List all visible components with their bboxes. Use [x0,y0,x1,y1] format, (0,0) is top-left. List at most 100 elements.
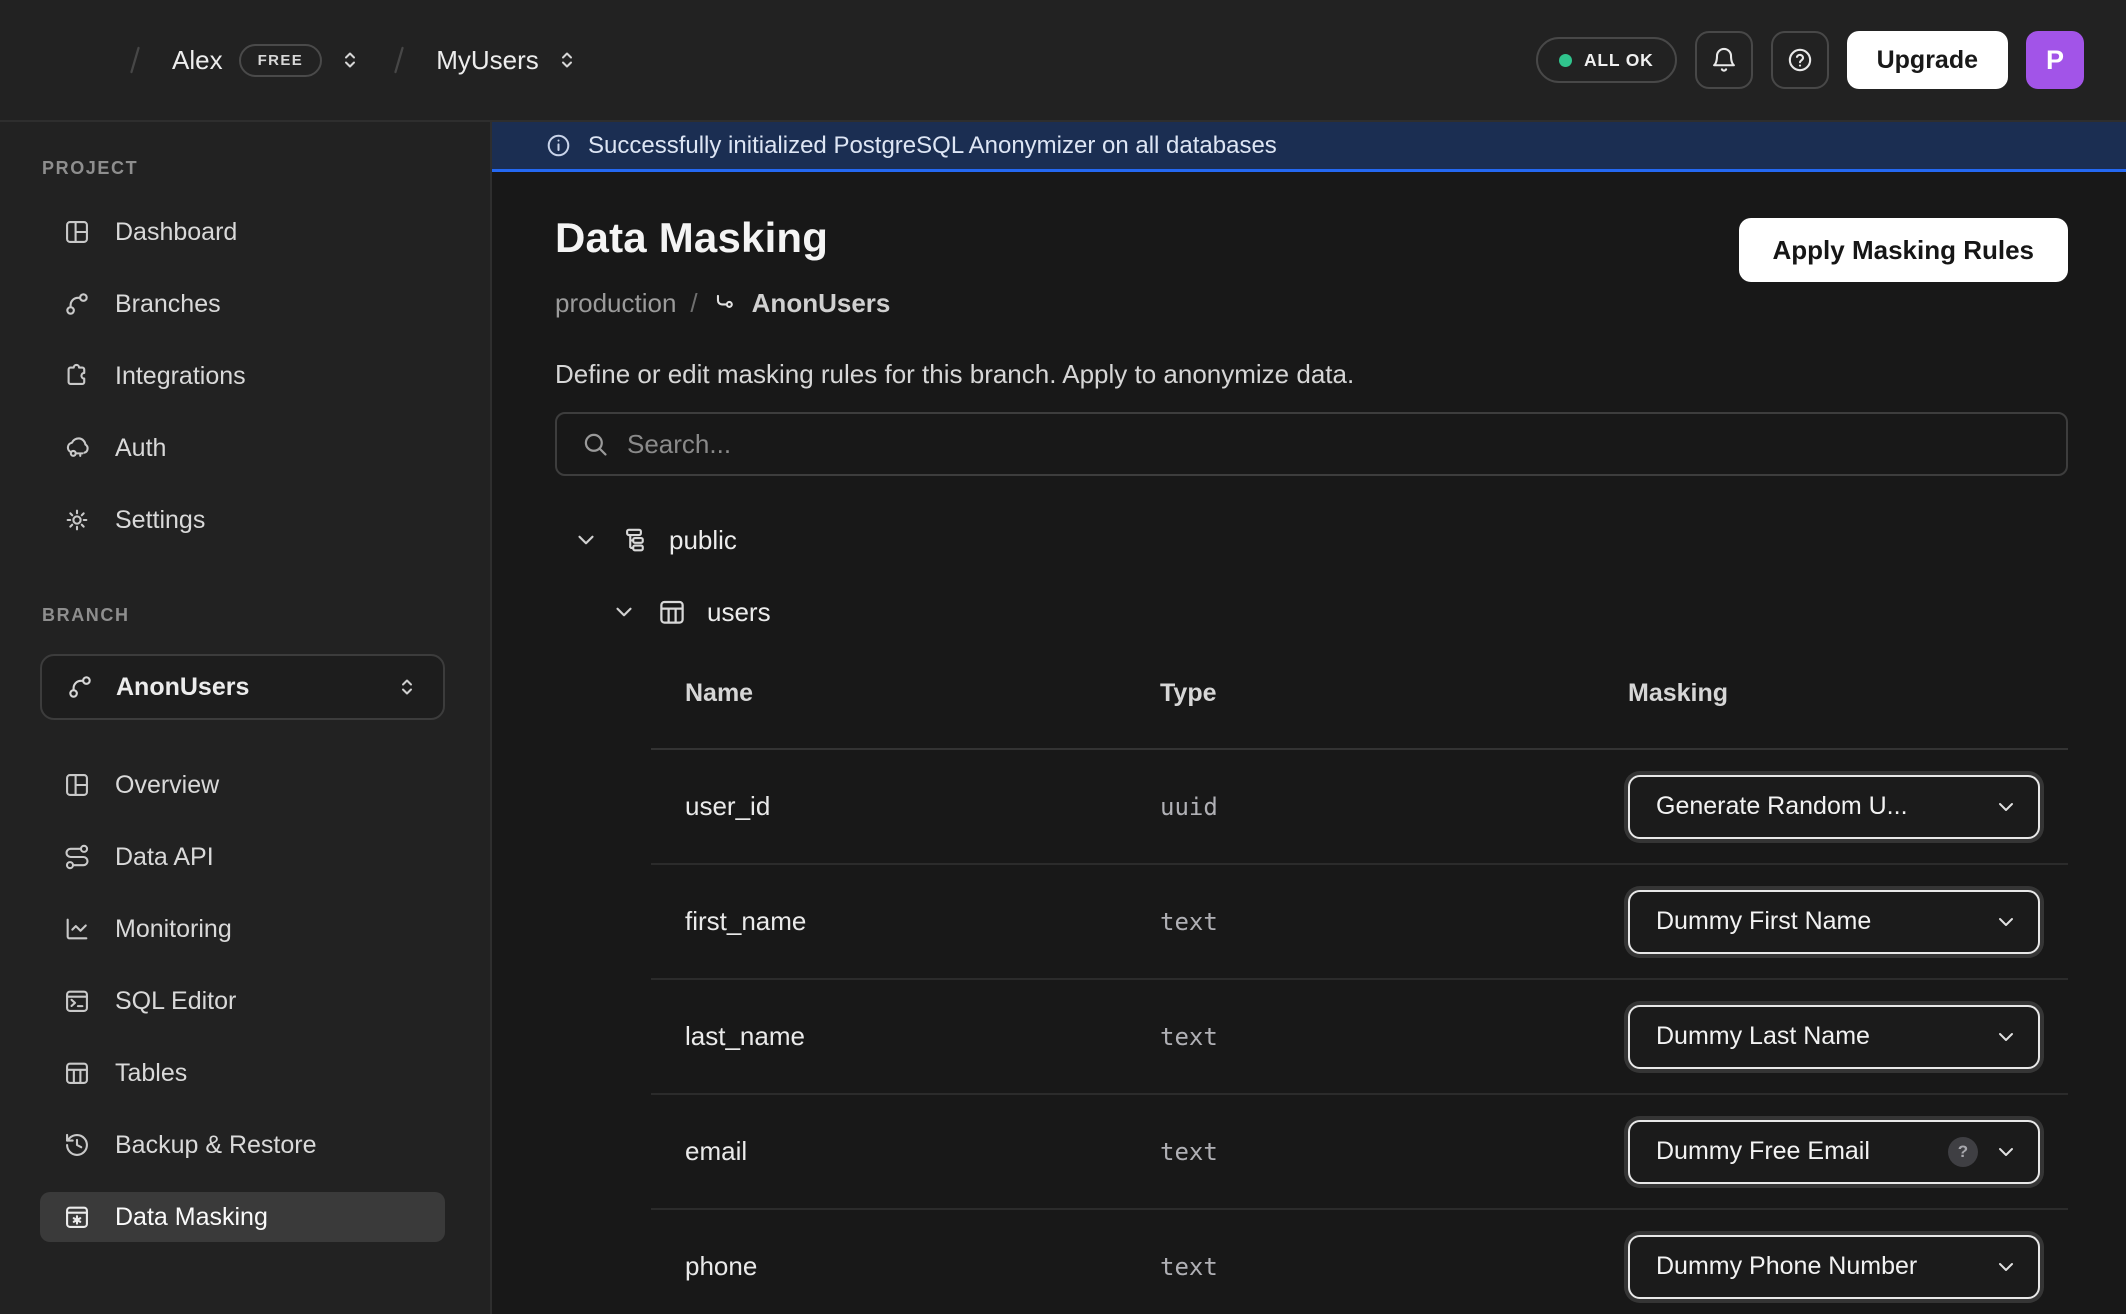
unfold-chevrons-icon [395,675,419,699]
status-label: ALL OK [1584,50,1654,71]
table-row: phone text Dummy Phone Number [651,1210,2068,1314]
main-content: Successfully initialized PostgreSQL Anon… [492,122,2126,1314]
apply-masking-rules-button[interactable]: Apply Masking Rules [1739,218,2069,282]
cloud-key-icon [63,434,91,462]
branch-icon [66,673,94,701]
sidebar-item-sql-editor[interactable]: SQL Editor [40,976,445,1026]
mask-window-icon [63,1203,91,1231]
column-type: text [1160,908,1628,936]
project-switcher[interactable]: MyUsers [436,45,579,76]
table-header-row: Name Type Masking [651,638,2068,750]
schema-tree: public users [555,514,2068,638]
neon-logo-icon[interactable] [40,31,98,89]
chevron-down-icon [1994,910,2018,934]
upgrade-button[interactable]: Upgrade [1847,31,2008,89]
bell-icon [1710,46,1738,74]
table-icon [657,597,687,627]
sidebar-item-monitoring[interactable]: Monitoring [40,904,445,954]
masking-select[interactable]: Dummy Free Email ? [1628,1120,2040,1184]
success-banner: Successfully initialized PostgreSQL Anon… [492,122,2126,172]
system-status-pill[interactable]: ALL OK [1536,37,1677,83]
column-header-type: Type [1160,679,1628,708]
help-circle-icon [1786,46,1814,74]
slash-separator-icon [118,31,152,89]
sidebar-item-dashboard[interactable]: Dashboard [40,207,445,257]
branch-selector[interactable]: AnonUsers [40,654,445,720]
terminal-icon [63,987,91,1015]
history-icon [63,1131,91,1159]
project-section-label: PROJECT [42,158,445,179]
masking-select[interactable]: Generate Random U... [1628,775,2040,839]
search-icon [581,430,609,458]
sidebar-item-data-masking[interactable]: Data Masking [40,1192,445,1242]
org-switcher[interactable]: Alex FREE [172,44,362,77]
table-row: first_name text Dummy First Name [651,865,2068,980]
chart-line-icon [63,915,91,943]
branch-icon [63,290,91,318]
gear-icon [63,506,91,534]
search-bar [555,412,2068,476]
page-description: Define or edit masking rules for this br… [555,359,2068,390]
column-type: text [1160,1023,1628,1051]
status-dot-icon [1559,54,1572,67]
unfold-chevrons-icon [555,48,579,72]
table-row: last_name text Dummy Last Name [651,980,2068,1095]
sidebar-item-overview[interactable]: Overview [40,760,445,810]
table-row: user_id uuid Generate Random U... [651,750,2068,865]
masking-select[interactable]: Dummy Phone Number [1628,1235,2040,1299]
breadcrumb-separator: / [690,288,697,319]
sidebar-item-tables[interactable]: Tables [40,1048,445,1098]
help-badge[interactable]: ? [1948,1137,1978,1167]
topbar-actions: ALL OK Upgrade P [1536,31,2084,89]
page-title: Data Masking [555,214,890,262]
chevron-down-icon [1994,1140,2018,1164]
schema-icon [619,525,649,555]
chevron-down-icon [611,599,637,625]
masking-select[interactable]: Dummy Last Name [1628,1005,2040,1069]
puzzle-icon [63,362,91,390]
chevron-down-icon [1994,795,2018,819]
column-type: text [1160,1253,1628,1281]
dashboard-icon [63,771,91,799]
table-icon [63,1059,91,1087]
branch-breadcrumb: production / AnonUsers [555,288,890,319]
slash-separator-icon [382,31,416,89]
schema-name: public [669,525,737,556]
column-header-masking: Masking [1628,679,2068,708]
top-navigation-bar: Alex FREE MyUsers ALL OK Upgrade P [0,0,2126,122]
column-name: last_name [685,1021,1160,1052]
project-name: MyUsers [436,45,539,76]
sidebar-item-auth[interactable]: Auth [40,423,445,473]
columns-table: Name Type Masking user_id uuid Generate … [651,638,2068,1314]
tree-node-schema[interactable]: public [555,514,2068,566]
help-button[interactable] [1771,31,1829,89]
column-name: phone [685,1251,1160,1282]
notifications-button[interactable] [1695,31,1753,89]
route-icon [63,843,91,871]
breadcrumb: Alex FREE MyUsers [40,31,579,89]
sidebar-item-data-api[interactable]: Data API [40,832,445,882]
column-header-name: Name [685,679,1160,708]
column-name: email [685,1136,1160,1167]
table-name: users [707,597,771,628]
chevron-down-icon [1994,1255,2018,1279]
app-window: Alex FREE MyUsers ALL OK Upgrade P PROJE… [0,0,2126,1314]
sidebar-item-branches[interactable]: Branches [40,279,445,329]
dashboard-icon [63,218,91,246]
parent-branch-link[interactable]: production [555,288,676,319]
column-type: uuid [1160,793,1628,821]
sidebar-item-backup-restore[interactable]: Backup & Restore [40,1120,445,1170]
masking-select[interactable]: Dummy First Name [1628,890,2040,954]
current-branch: AnonUsers [752,288,891,319]
chevron-down-icon [1994,1025,2018,1049]
sidebar-item-settings[interactable]: Settings [40,495,445,545]
tree-node-table[interactable]: users [555,586,2068,638]
sidebar-item-integrations[interactable]: Integrations [40,351,445,401]
sidebar: PROJECT Dashboard Branches Integrations … [0,122,492,1314]
search-input[interactable] [627,429,2042,460]
column-name: first_name [685,906,1160,937]
branch-section-label: BRANCH [42,605,445,626]
org-name: Alex [172,45,223,76]
user-avatar[interactable]: P [2026,31,2084,89]
column-type: text [1160,1138,1628,1166]
